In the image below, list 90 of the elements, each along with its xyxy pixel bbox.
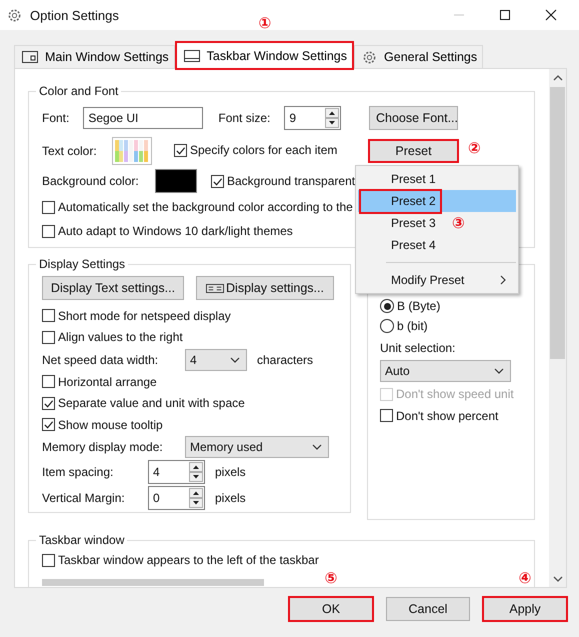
gear-icon bbox=[7, 8, 22, 22]
choose-font-button[interactable]: Choose Font... bbox=[369, 106, 458, 130]
gear-icon bbox=[362, 50, 378, 64]
window-title: Option Settings bbox=[30, 8, 119, 22]
checkbox[interactable] bbox=[174, 144, 187, 157]
field-label: Font: bbox=[42, 111, 70, 125]
maximize-icon[interactable] bbox=[499, 9, 511, 21]
font-field[interactable]: Segoe UI bbox=[83, 107, 204, 129]
menu-item[interactable]: Preset 2 bbox=[358, 190, 516, 212]
checkbox[interactable] bbox=[42, 375, 55, 388]
field-label: Unit selection: bbox=[380, 341, 456, 355]
display-text-settings-button[interactable]: Display Text settings... bbox=[42, 276, 184, 300]
radio-label: b (bit) bbox=[397, 319, 428, 333]
tab[interactable]: Taskbar Window Settings bbox=[176, 42, 354, 69]
group-title: Taskbar window bbox=[38, 533, 126, 547]
unit-label: pixels bbox=[215, 490, 246, 504]
checkbox[interactable] bbox=[42, 330, 55, 344]
checkbox[interactable] bbox=[42, 224, 55, 238]
dialog-button[interactable]: OK bbox=[289, 597, 373, 621]
chevron-right-icon bbox=[500, 275, 506, 285]
field-label: Vertical Margin: bbox=[42, 490, 126, 504]
checkbox[interactable] bbox=[42, 418, 55, 432]
menu-item[interactable]: Preset 4 bbox=[358, 234, 440, 256]
checkbox-label: Separate value and unit with space bbox=[58, 396, 245, 410]
callout-number: ① bbox=[258, 16, 272, 31]
checkbox[interactable] bbox=[211, 174, 224, 188]
unit-label: pixels bbox=[215, 464, 246, 478]
checkbox-label: Short mode for netspeed display bbox=[58, 308, 231, 323]
checkbox-label: Horizontal arrange bbox=[58, 374, 157, 389]
unit-label: characters bbox=[257, 352, 314, 366]
dropdown[interactable]: Memory used bbox=[185, 436, 329, 458]
dialog-button[interactable]: Cancel bbox=[386, 597, 470, 621]
spin-field[interactable]: 9 bbox=[284, 106, 342, 130]
checkbox-label: Automatically set the background color according to the bbox=[58, 200, 353, 214]
callout-number: ② bbox=[468, 141, 481, 156]
display-settings-button[interactable]: Display settings... bbox=[196, 276, 334, 300]
color-swatch[interactable] bbox=[112, 137, 152, 165]
scroll-up-icon[interactable] bbox=[552, 75, 562, 81]
checkbox-label: Show mouse tooltip bbox=[58, 418, 163, 432]
checkbox-label: Don't show speed unit bbox=[396, 387, 514, 401]
dialog-button[interactable]: Apply bbox=[483, 597, 567, 621]
spin-arrows-icon[interactable] bbox=[325, 108, 340, 128]
close-icon[interactable] bbox=[545, 9, 557, 21]
checkbox[interactable] bbox=[42, 396, 55, 410]
chevron-down-icon bbox=[312, 444, 322, 450]
checkbox-label: Don't show percent bbox=[396, 408, 498, 422]
field-label: Text color: bbox=[42, 144, 98, 158]
scroll-down-icon[interactable] bbox=[552, 576, 562, 582]
layout-icon bbox=[206, 284, 224, 292]
tab[interactable]: Main Window Settings bbox=[14, 45, 175, 68]
menu-item[interactable]: Preset 1 bbox=[358, 168, 440, 190]
taskbar-icon bbox=[184, 50, 200, 62]
chevron-down-icon bbox=[494, 368, 504, 374]
group-title: Color and Font bbox=[38, 84, 120, 98]
checkbox-label: Align values to the right bbox=[58, 330, 183, 344]
spin-arrows-icon[interactable] bbox=[189, 462, 203, 482]
checkbox[interactable] bbox=[42, 200, 55, 214]
spin-field[interactable]: 0 bbox=[148, 486, 205, 510]
tab[interactable]: General Settings bbox=[354, 45, 484, 68]
scrollbar[interactable] bbox=[549, 69, 566, 587]
field-label: Net speed data width: bbox=[42, 352, 160, 366]
preset-button[interactable]: Preset bbox=[369, 140, 458, 162]
checkbox[interactable] bbox=[380, 409, 393, 422]
chevron-down-icon bbox=[230, 356, 240, 362]
checkbox[interactable] bbox=[42, 309, 55, 322]
group-title: Display Settings bbox=[38, 257, 126, 271]
scrollbar-thumb[interactable] bbox=[550, 87, 565, 359]
field-label: Font size: bbox=[218, 111, 272, 125]
radio-label: B (Byte) bbox=[397, 299, 440, 313]
callout-number: ③ bbox=[452, 216, 465, 231]
field-label: Item spacing: bbox=[42, 464, 114, 478]
radio-button[interactable] bbox=[380, 299, 394, 313]
callout-number: ④ bbox=[518, 571, 532, 586]
menu-item[interactable]: Modify Preset bbox=[358, 269, 516, 291]
checkbox[interactable] bbox=[42, 554, 55, 566]
checkbox-label: Background transparent bbox=[227, 174, 356, 188]
checkbox-label: Auto adapt to Windows 10 dark/light themes bbox=[58, 224, 293, 238]
field-label: Memory display mode: bbox=[42, 440, 164, 454]
menu-item[interactable]: Preset 3 bbox=[358, 212, 440, 234]
dropdown[interactable]: Auto bbox=[380, 360, 511, 382]
window-icon bbox=[22, 51, 38, 63]
spin-field[interactable]: 4 bbox=[148, 460, 205, 484]
callout-number: ⑤ bbox=[324, 571, 338, 586]
radio-button[interactable] bbox=[380, 319, 394, 333]
color-swatch[interactable] bbox=[155, 169, 197, 193]
field-label: Background color: bbox=[42, 174, 140, 188]
spin-arrows-icon[interactable] bbox=[189, 488, 203, 508]
checkbox-label: Specify colors for each item bbox=[190, 143, 338, 158]
dropdown[interactable]: 4 bbox=[185, 348, 247, 370]
checkbox-label: Taskbar window appears to the left of the taskbar bbox=[58, 553, 319, 567]
